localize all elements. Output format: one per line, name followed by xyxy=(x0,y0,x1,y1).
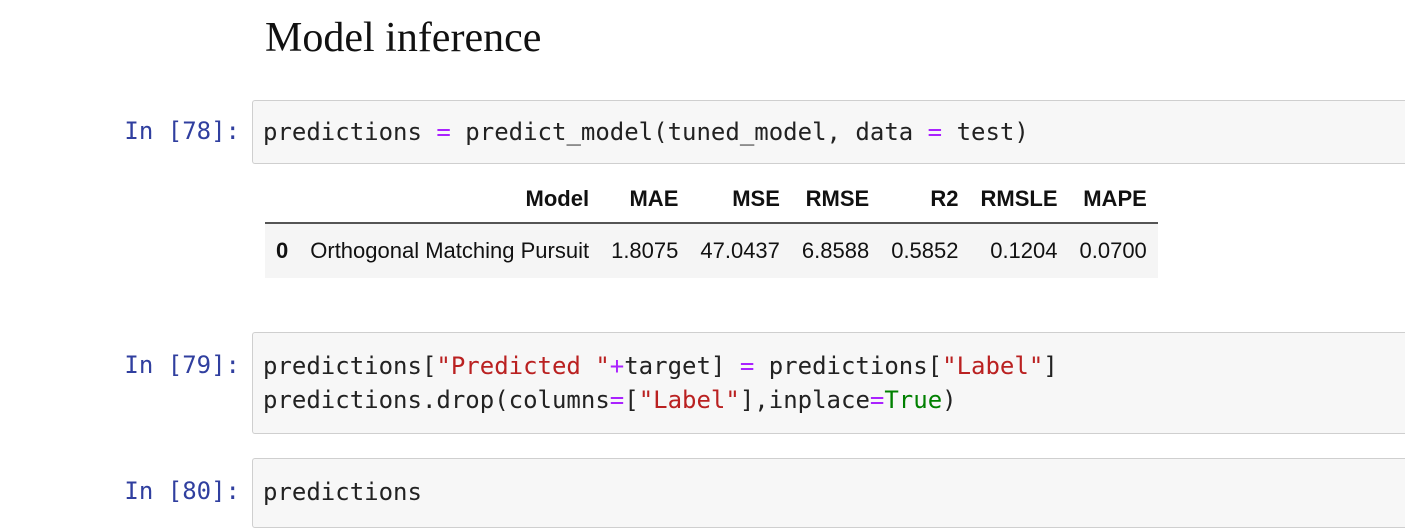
code-line: predictions["Predicted "+target] = predi… xyxy=(263,349,1395,383)
code-token: = xyxy=(869,386,885,414)
code-token: [ xyxy=(624,386,639,414)
code-token: "Label" xyxy=(942,352,1044,380)
column-header-index xyxy=(265,178,300,224)
cell-mae: 1.8075 xyxy=(600,223,690,278)
code-cell-80[interactable]: predictions xyxy=(252,458,1405,528)
code-token: "Label" xyxy=(638,386,740,414)
cell-prompt-79: In [79]: xyxy=(124,351,240,379)
code-token: predictions.drop(columns xyxy=(263,386,610,414)
code-token: test) xyxy=(942,118,1029,146)
code-line: predictions.drop(columns=["Label"],inpla… xyxy=(263,383,1395,417)
code-token: = xyxy=(739,352,755,380)
code-token: predict_model(tuned_model, data xyxy=(450,118,928,146)
column-header-mse: MSE xyxy=(689,178,791,224)
column-header-mae: MAE xyxy=(600,178,690,224)
table-row: 0 Orthogonal Matching Pursuit 1.8075 47.… xyxy=(265,223,1158,278)
code-token: predictions[ xyxy=(754,352,943,380)
cell-prompt-78: In [78]: xyxy=(124,117,240,145)
code-token: "Predicted " xyxy=(436,352,610,380)
cell-output-78: Model MAE MSE RMSE R2 RMSLE MAPE 0 Ortho… xyxy=(265,178,1330,278)
cell-mape: 0.0700 xyxy=(1068,223,1158,278)
cell-model: Orthogonal Matching Pursuit xyxy=(299,223,601,278)
metrics-table: Model MAE MSE RMSE R2 RMSLE MAPE 0 Ortho… xyxy=(265,178,1158,278)
cell-mse: 47.0437 xyxy=(689,223,791,278)
column-header-rmse: RMSE xyxy=(790,178,881,224)
column-header-rmsle: RMSLE xyxy=(969,178,1069,224)
code-token: ] xyxy=(1043,352,1058,380)
section-heading: Model inference xyxy=(265,15,542,61)
column-header-mape: MAPE xyxy=(1068,178,1158,224)
cell-prompt-80: In [80]: xyxy=(124,477,240,505)
cell-rmsle: 0.1204 xyxy=(969,223,1069,278)
code-token: target] xyxy=(624,352,740,380)
cell-r2: 0.5852 xyxy=(880,223,970,278)
code-token: predictions xyxy=(263,118,437,146)
code-line: predictions xyxy=(263,475,1395,509)
code-token: predictions[ xyxy=(263,352,437,380)
column-header-r2: R2 xyxy=(880,178,970,224)
code-token: + xyxy=(609,352,625,380)
code-token: True xyxy=(884,386,943,414)
code-line: predictions = predict_model(tuned_model,… xyxy=(263,115,1395,149)
code-token: = xyxy=(609,386,625,414)
code-token: ],inplace xyxy=(739,386,870,414)
row-index: 0 xyxy=(265,223,300,278)
code-token: = xyxy=(436,118,451,146)
code-token: predictions xyxy=(263,478,422,506)
code-token: = xyxy=(927,118,943,146)
code-token: ) xyxy=(942,386,957,414)
cell-rmse: 6.8588 xyxy=(790,223,881,278)
code-cell-79[interactable]: predictions["Predicted "+target] = predi… xyxy=(252,332,1405,434)
table-header-row: Model MAE MSE RMSE R2 RMSLE MAPE xyxy=(265,178,1158,224)
code-cell-78[interactable]: predictions = predict_model(tuned_model,… xyxy=(252,100,1405,164)
column-header-model: Model xyxy=(299,178,601,224)
